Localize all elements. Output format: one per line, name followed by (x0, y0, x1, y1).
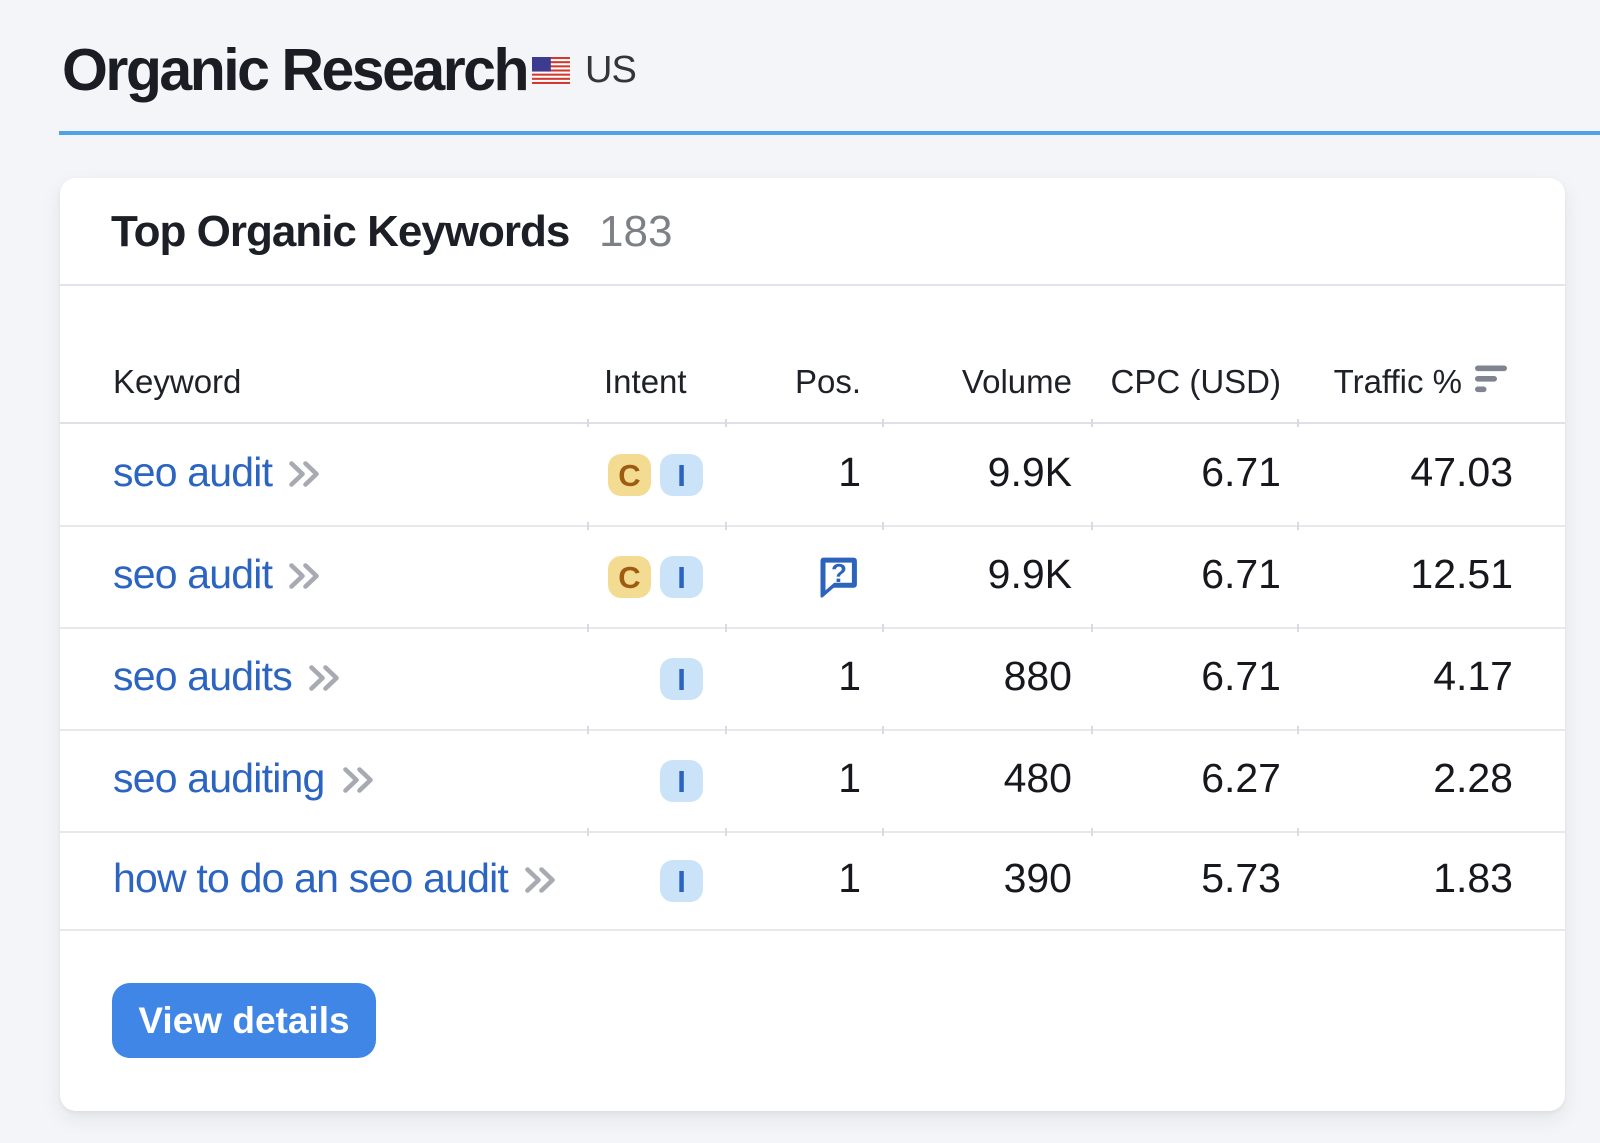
svg-text:?: ? (831, 558, 847, 588)
